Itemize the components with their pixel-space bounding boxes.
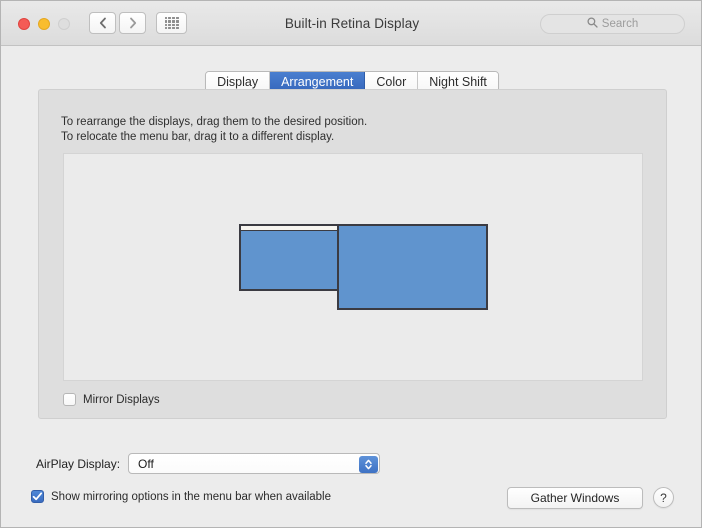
airplay-display-row: AirPlay Display: Off (36, 453, 381, 474)
airplay-display-value: Off (138, 456, 154, 471)
mirror-displays-row[interactable]: Mirror Displays (63, 393, 160, 406)
airplay-display-select[interactable]: Off (128, 453, 381, 474)
instruction-line-2: To relocate the menu bar, drag it to a d… (61, 131, 335, 143)
display-left-primary[interactable] (239, 224, 339, 291)
instructions-text: To rearrange the displays, drag them to … (61, 115, 367, 145)
search-icon (587, 15, 598, 33)
arrangement-panel: To rearrange the displays, drag them to … (38, 89, 667, 419)
chevron-up-down-icon[interactable] (359, 456, 379, 473)
search-placeholder: Search (601, 18, 639, 30)
show-mirroring-options-checkbox[interactable] (31, 490, 44, 503)
instruction-line-1: To rearrange the displays, drag them to … (61, 116, 368, 128)
checkmark-icon (32, 491, 43, 502)
search-field[interactable]: Search (540, 14, 685, 34)
show-mirroring-options-row[interactable]: Show mirroring options in the menu bar w… (31, 490, 331, 503)
mirror-displays-checkbox[interactable] (63, 393, 76, 406)
menu-bar-strip[interactable] (241, 226, 337, 231)
gather-windows-button[interactable]: Gather Windows (507, 487, 643, 509)
airplay-display-label: AirPlay Display: (36, 456, 121, 471)
show-mirroring-options-label: Show mirroring options in the menu bar w… (51, 490, 331, 503)
display-arrangement-canvas[interactable] (63, 153, 643, 381)
help-button[interactable]: ? (653, 487, 674, 508)
title-bar: Built-in Retina Display Search (1, 1, 701, 46)
mirror-displays-label: Mirror Displays (83, 393, 160, 406)
display-right-secondary[interactable] (337, 224, 488, 310)
preferences-window: Built-in Retina Display Search Display A… (0, 0, 702, 528)
